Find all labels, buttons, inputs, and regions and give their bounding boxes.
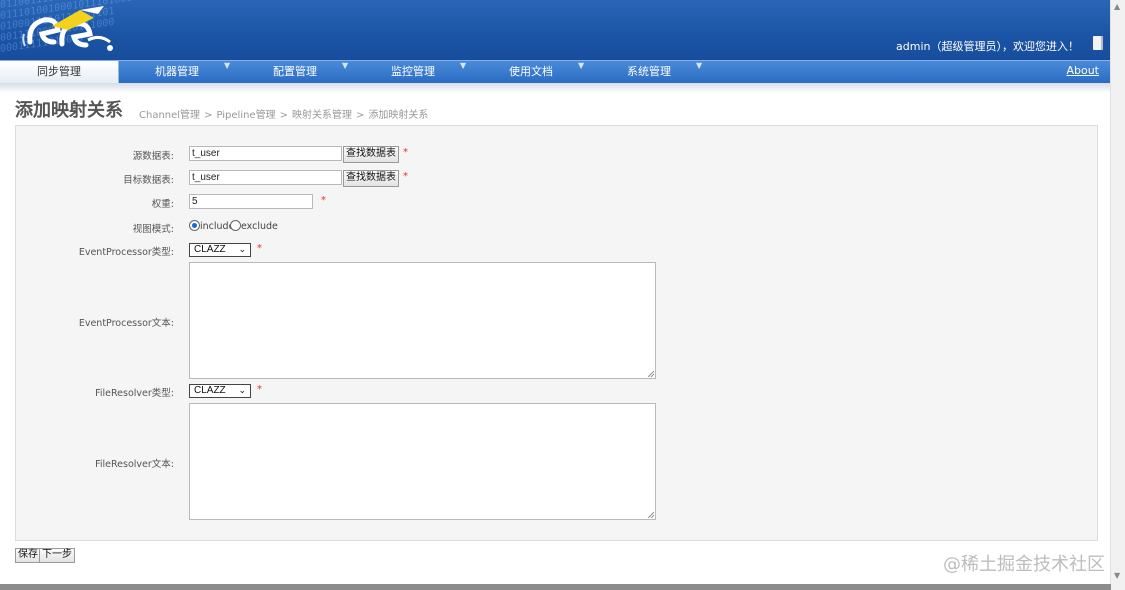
weight-label: 权重:	[151, 199, 174, 210]
chevron-down-icon: ▼	[460, 61, 467, 70]
nav-item-label: 配置管理	[273, 65, 317, 78]
select-value: CLAZZ	[194, 385, 226, 396]
event-processor-text-label: EventProcessor文本:	[78, 318, 174, 329]
event-processor-textarea[interactable]	[189, 262, 656, 379]
page-title: 添加映射关系	[15, 100, 123, 121]
exit-icon[interactable]	[1093, 36, 1103, 50]
target-table-input[interactable]: t_user	[189, 170, 342, 185]
required-mark: *	[403, 171, 408, 182]
source-table-label: 源数据表:	[132, 151, 174, 162]
breadcrumb-separator: >	[204, 110, 213, 121]
event-processor-type-select[interactable]: CLAZZ ⌄	[189, 243, 251, 257]
breadcrumb-item-mapping[interactable]: 映射关系管理	[292, 110, 352, 121]
nav-item-config[interactable]: 配置管理	[236, 61, 354, 83]
view-exclude-radio[interactable]	[230, 220, 241, 231]
nav-item-label: 系统管理	[627, 65, 671, 78]
weight-input[interactable]: 5	[189, 194, 313, 209]
view-exclude-label[interactable]: exclude	[241, 221, 278, 232]
resize-handle-icon[interactable]	[648, 371, 654, 377]
watermark-text: @稀土掘金技术社区	[943, 554, 1105, 575]
nav-item-machine[interactable]: 机器管理	[118, 61, 236, 83]
breadcrumb-item-channel[interactable]: Channel管理	[139, 110, 200, 121]
nav-item-sync[interactable]: 同步管理	[0, 61, 119, 83]
file-resolver-type-select[interactable]: CLAZZ ⌄	[189, 384, 251, 398]
select-value: CLAZZ	[194, 244, 226, 255]
next-step-button[interactable]: 下一步	[39, 548, 75, 563]
find-source-table-button[interactable]: 查找数据表	[343, 146, 399, 163]
chevron-down-icon: ⌄	[238, 244, 246, 254]
event-processor-type-label: EventProcessor类型:	[78, 247, 174, 258]
breadcrumb-separator: >	[355, 110, 365, 121]
breadcrumb-item-pipeline[interactable]: Pipeline管理	[216, 110, 275, 121]
find-target-table-button[interactable]: 查找数据表	[343, 170, 399, 187]
nav-item-label: 机器管理	[155, 65, 199, 78]
view-include-radio[interactable]	[189, 220, 200, 231]
breadcrumb: Channel管理 > Pipeline管理 > 映射关系管理 > 添加映射关系	[139, 106, 428, 121]
resize-handle-icon[interactable]	[648, 512, 654, 518]
chevron-down-icon: ▼	[224, 61, 231, 70]
chevron-down-icon: ▼	[342, 61, 349, 70]
required-mark: *	[403, 147, 408, 158]
nav-item-system[interactable]: 系统管理	[590, 61, 708, 83]
required-mark: *	[257, 384, 262, 395]
form-panel: 源数据表: t_user 查找数据表 * 目标数据表: t_user 查找数据表…	[15, 125, 1098, 541]
required-mark: *	[321, 195, 326, 206]
header: 0110011101110111011010 01110100100010111…	[0, 0, 1111, 60]
target-table-label: 目标数据表:	[123, 175, 174, 186]
file-resolver-type-label: FileResolver类型:	[95, 388, 174, 399]
about-link[interactable]: About	[1066, 61, 1099, 81]
chevron-down-icon: ▼	[696, 61, 703, 70]
file-resolver-textarea[interactable]	[189, 403, 656, 520]
chevron-down-icon: ▼	[578, 61, 585, 70]
main-nav: 同步管理 机器管理 ▼ 配置管理 ▼ 监控管理 ▼ 使用文档 ▼ 系统管理 ▼ …	[0, 60, 1111, 83]
view-mode-label: 视图模式:	[132, 224, 174, 235]
user-info-text: admin（超级管理员），欢迎您进入！	[896, 40, 1079, 53]
source-table-input[interactable]: t_user	[189, 146, 342, 161]
required-mark: *	[257, 243, 262, 254]
nav-item-monitor[interactable]: 监控管理	[354, 61, 472, 83]
footer-bar	[0, 584, 1111, 590]
nav-subbar	[0, 83, 1111, 93]
nav-item-label: 使用文档	[509, 65, 553, 78]
breadcrumb-item-current: 添加映射关系	[368, 110, 429, 121]
nav-item-label: 同步管理	[37, 65, 81, 78]
logo-icon	[22, 6, 113, 51]
nav-item-docs[interactable]: 使用文档	[472, 61, 590, 83]
nav-item-label: 监控管理	[391, 65, 435, 78]
save-button[interactable]: 保存	[15, 548, 41, 563]
file-resolver-text-label: FileResolver文本:	[95, 459, 174, 470]
vertical-scrollbar[interactable]: ▲ ▼	[1110, 0, 1125, 590]
scroll-down-icon[interactable]: ▼	[1114, 571, 1120, 580]
chevron-down-icon: ⌄	[238, 385, 246, 395]
breadcrumb-separator: >	[279, 110, 288, 121]
scroll-up-icon[interactable]: ▲	[1114, 2, 1120, 11]
